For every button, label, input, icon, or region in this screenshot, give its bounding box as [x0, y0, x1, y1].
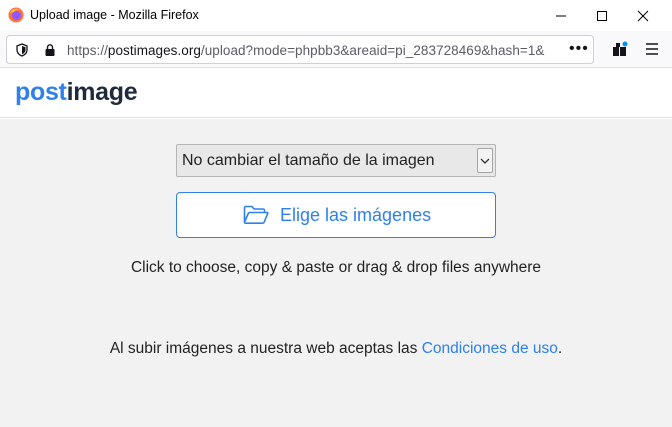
resize-select-value: No cambiar el tamaño de la imagen: [182, 152, 435, 169]
url-prefix: https://: [67, 43, 108, 58]
page-actions-button[interactable]: •••: [569, 40, 589, 58]
terms-prefix: Al subir imágenes a nuestra web aceptas …: [109, 340, 422, 357]
chevron-down-icon: [480, 158, 490, 164]
terms-text: Al subir imágenes a nuestra web aceptas …: [0, 340, 672, 358]
firefox-icon: [8, 7, 24, 23]
resize-select[interactable]: No cambiar el tamaño de la imagen: [176, 144, 496, 177]
terms-suffix: .: [557, 340, 563, 357]
url-domain: postimages.org: [107, 43, 201, 58]
choose-images-label: Elige las imágenes: [280, 205, 432, 225]
minimize-button[interactable]: [542, 0, 580, 31]
maximize-button[interactable]: [583, 0, 621, 31]
logo-part1: post: [15, 78, 67, 106]
site-header: postimage: [0, 69, 672, 118]
navigation-bar: https://postimages.org/upload?mode=phpbb…: [0, 31, 672, 68]
terms-link[interactable]: Condiciones de uso: [422, 340, 558, 357]
lock-icon[interactable]: [43, 43, 57, 57]
close-icon: [637, 10, 649, 21]
folder-open-icon: [243, 205, 269, 224]
upload-area[interactable]: No cambiar el tamaño de la imagen Elige …: [0, 119, 672, 427]
choose-images-button[interactable]: Elige las imágenes: [176, 192, 496, 238]
window-title: Upload image - Mozilla Firefox: [30, 8, 199, 22]
maximize-icon: [597, 10, 607, 21]
extensions-icon[interactable]: [612, 41, 628, 57]
close-button[interactable]: [624, 0, 662, 31]
menu-icon[interactable]: [644, 42, 660, 56]
shield-icon[interactable]: [15, 43, 29, 57]
title-bar: Upload image - Mozilla Firefox: [0, 0, 672, 31]
select-arrow-button[interactable]: [477, 148, 493, 173]
minimize-icon: [556, 15, 566, 16]
url-bar[interactable]: https://postimages.org/upload?mode=phpbb…: [6, 35, 594, 64]
site-logo[interactable]: postimage: [15, 78, 138, 107]
upload-hint: Click to choose, copy & paste or drag & …: [130, 259, 542, 276]
url-text[interactable]: https://postimages.org/upload?mode=phpbb…: [67, 43, 544, 58]
logo-part2: image: [66, 78, 138, 106]
url-path: /upload?mode=phpbb3&areaid=pi_283728469&…: [200, 43, 545, 58]
